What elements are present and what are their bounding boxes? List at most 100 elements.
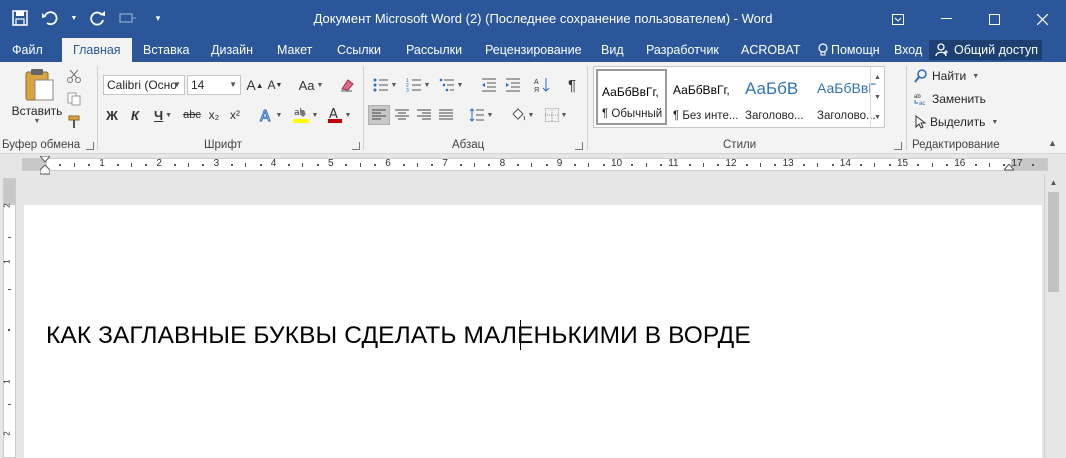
copy-icon[interactable] [64,89,84,109]
ruler-tick [1003,164,1006,166]
clipboard-launcher-icon[interactable] [86,142,94,150]
font-size-combo[interactable]: 14 ▼ [187,75,241,95]
align-left-button[interactable] [368,105,390,125]
first-line-indent-marker[interactable] [40,156,50,164]
scrollbar-thumb[interactable] [1048,192,1059,292]
paste-icon[interactable] [20,68,56,102]
font-name-combo[interactable]: Calibri (Осно ▼ [103,75,185,95]
paste-dropdown-icon: ▼ [33,118,41,125]
ruler-tick [1031,164,1034,166]
bold-button[interactable]: Ж [103,105,121,125]
cut-icon[interactable] [64,66,84,86]
shading-button[interactable]: ▼ [507,105,537,125]
vertical-ruler[interactable]: 2 1 1 2 [3,178,16,458]
paragraph-launcher-icon[interactable] [575,142,583,150]
style-sample: АаБбВ [745,79,799,98]
font-launcher-icon[interactable] [352,142,360,150]
tab-review[interactable]: Рецензирование [485,38,582,62]
tab-design[interactable]: Дизайн [211,38,253,62]
bullets-icon [373,78,388,92]
highlight-color-button[interactable]: ab ▼ [290,105,320,125]
tab-developer[interactable]: Разработчик [646,38,719,62]
find-button[interactable]: Найти ▼ [914,66,979,86]
styles-more-icon[interactable]: ▼ [871,107,884,127]
vertical-ruler-label: 1 [2,259,12,264]
grow-font-button[interactable]: A ▲ [246,75,264,95]
tab-view[interactable]: Вид [601,38,624,62]
vertical-ruler-tick [8,237,11,238]
font-color-button[interactable]: A ▼ [324,105,354,125]
multilevel-list-button[interactable]: ▼ [436,75,466,95]
share-button[interactable]: Общий доступ [929,40,1042,60]
align-right-icon[interactable] [414,105,434,125]
sign-in-link[interactable]: Вход [894,38,922,62]
underline-button[interactable]: Ч ▼ [148,105,178,125]
tab-home[interactable]: Главная [62,38,132,62]
maximize-button[interactable] [970,0,1018,38]
subscript-button[interactable]: x₂ [205,105,223,125]
tab-file[interactable]: Файл [12,38,43,62]
text-effects-button[interactable]: A ▼ [256,105,284,125]
quick-access-more-icon[interactable]: ▾ [148,8,168,28]
ruler-tick [745,164,748,166]
paste-button[interactable]: Вставить ▼ [10,104,64,125]
format-painter-icon[interactable] [64,112,84,132]
replace-button[interactable]: ab ac Заменить [914,89,986,109]
change-case-button[interactable]: Aa ▼ [296,75,326,95]
collapse-ribbon-icon[interactable]: ▲ [1048,138,1057,148]
hanging-indent-marker[interactable] [40,165,50,175]
shrink-font-button[interactable]: A ▼ [266,75,284,95]
ruler-tick [702,163,704,167]
close-button[interactable] [1018,0,1066,38]
ruler-tick [888,164,891,166]
italic-button[interactable]: К [126,105,144,125]
separator [97,66,98,150]
shrink-font-glyph: A [267,78,276,92]
undo-icon[interactable] [40,8,60,28]
align-center-icon[interactable] [392,105,412,125]
document-page[interactable]: КАК ЗАГЛАВНЫЕ БУКВЫ СДЕЛАТЬ МАЛЕНЬКИМИ В… [24,205,1042,458]
vertical-scrollbar[interactable]: ▲ [1044,174,1062,458]
tab-insert[interactable]: Вставка [143,38,189,62]
strikethrough-button[interactable]: abc [182,105,202,125]
ruler-tick [373,164,376,166]
ruler-tick [474,163,475,167]
save-icon[interactable] [10,8,30,28]
tab-tell-me[interactable]: Помощн [818,38,880,62]
select-button[interactable]: Выделить ▼ [914,112,998,132]
borders-button[interactable]: ▼ [541,105,571,125]
scroll-up-icon[interactable]: ▲ [1045,174,1062,190]
style-heading-1[interactable]: АаБбВ Заголово... [741,69,812,125]
tab-acrobat[interactable]: ACROBAT [741,38,801,62]
style-normal[interactable]: АаБбВвГг, ¶ Обычный [596,69,667,125]
ribbon-display-options-icon[interactable] [874,0,922,38]
clear-formatting-icon[interactable] [337,75,357,95]
justify-icon[interactable] [436,105,456,125]
undo-dropdown-icon[interactable]: ▼ [70,8,78,28]
highlighter-icon: ab [292,108,309,123]
styles-group-label: Стили [723,139,757,151]
styles-scroll-down-icon[interactable]: ▼ [871,87,884,107]
numbering-button[interactable]: 123 ▼ [403,75,433,95]
tab-mailings[interactable]: Рассылки [406,38,462,62]
show-formatting-marks-button[interactable]: ¶ [562,75,582,95]
ruler-number: 1 [99,158,105,169]
tab-references[interactable]: Ссылки [337,38,381,62]
styles-launcher-icon[interactable] [894,142,902,150]
style-sample: АаБбВвГ [817,80,876,96]
redo-icon[interactable] [88,8,108,28]
decrease-indent-icon[interactable] [479,75,499,95]
horizontal-ruler[interactable]: 1 2 3 4 5 6 7 8 9 10 11 12 13 14 15 16 17 [22,156,1048,175]
bullets-button[interactable]: ▼ [370,75,400,95]
minimize-button[interactable] [922,0,970,38]
increase-indent-icon[interactable] [503,75,523,95]
line-spacing-button[interactable]: ▼ [466,105,496,125]
sort-icon[interactable]: AЯ [532,75,552,95]
superscript-button[interactable]: x² [226,105,244,125]
ribbon-tabs: Файл Главная Вставка Дизайн Макет Ссылки… [0,38,1066,62]
tab-layout[interactable]: Макет [277,38,312,62]
style-no-spacing[interactable]: АаБбВвГг, ¶ Без инте... [669,69,740,125]
ruler-number: 15 [897,158,909,169]
document-text[interactable]: КАК ЗАГЛАВНЫЕ БУКВЫ СДЕЛАТЬ МАЛЕНЬКИМИ В… [46,322,751,350]
styles-scroll-up-icon[interactable]: ▲ [871,67,884,87]
